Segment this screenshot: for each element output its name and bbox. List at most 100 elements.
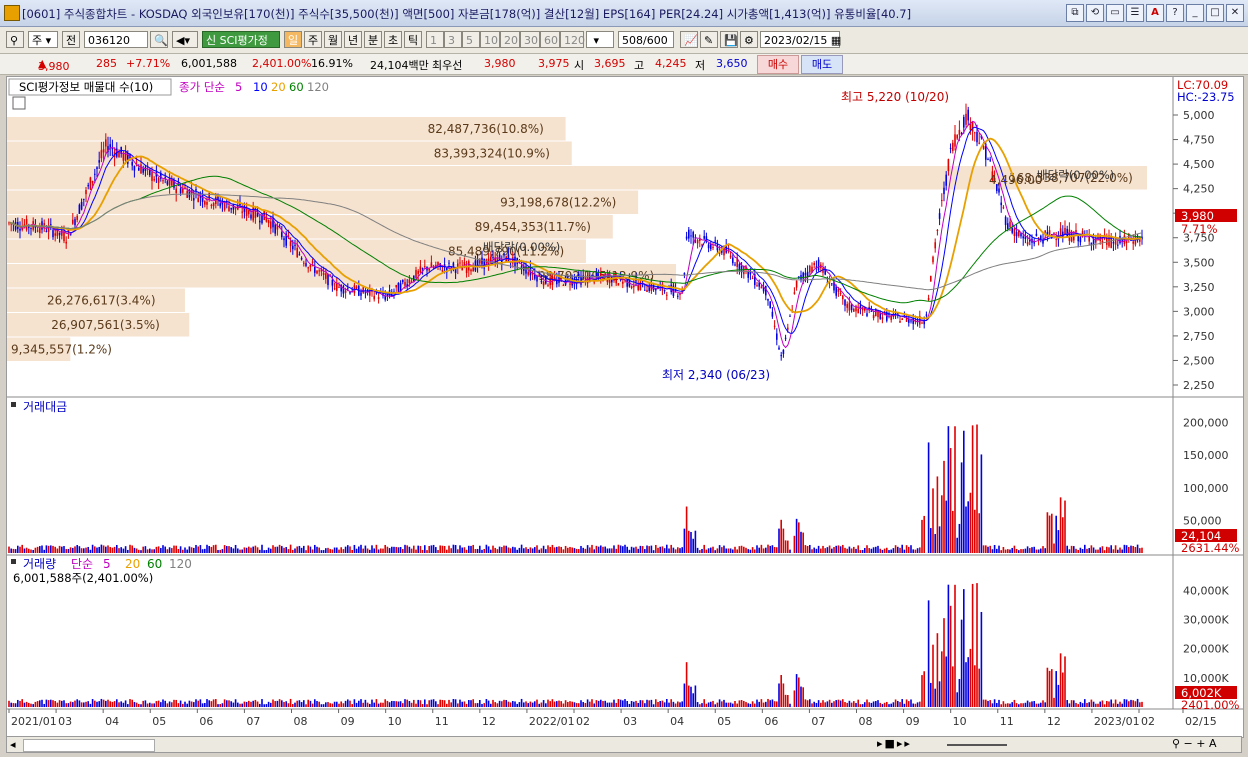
volume-panel-title: 거래량 <box>23 557 56 571</box>
scroll-left-icon[interactable]: ◂ <box>10 738 16 751</box>
amount-bar <box>1099 547 1101 553</box>
zoom-slider[interactable] <box>947 744 1007 746</box>
volume-bar <box>1004 703 1007 707</box>
volume-bar <box>144 700 147 707</box>
magnifier-icon[interactable]: 🔍 <box>150 31 168 48</box>
candle-body <box>982 145 985 150</box>
volume-bar <box>567 701 569 707</box>
volume-bar <box>705 703 708 707</box>
code-input[interactable]: 036120 <box>84 31 148 48</box>
interval-3[interactable]: 3 <box>444 31 462 48</box>
chart-scrollbar[interactable]: ◂ ▸■▸▸ ⚲ − + A <box>6 736 1242 753</box>
candle-body <box>39 228 41 234</box>
tab-week[interactable]: 주 <box>304 31 322 48</box>
candle-body <box>140 164 142 174</box>
custom-interval-select[interactable]: ▾ <box>586 31 614 48</box>
tab-second[interactable]: 초 <box>384 31 402 48</box>
volume-bar <box>292 704 294 707</box>
help-button[interactable]: ? <box>1166 4 1184 22</box>
window-icon[interactable]: ▭ <box>1106 4 1124 22</box>
playback-controls[interactable]: ▸■▸▸ <box>877 737 912 750</box>
amount-bar <box>813 547 815 553</box>
sell-button[interactable]: 매도 <box>801 55 843 74</box>
menu-icon[interactable]: ☰ <box>1126 4 1144 22</box>
amount-bar <box>349 546 351 553</box>
interval-20[interactable]: 20 <box>500 31 520 48</box>
amount-bar <box>501 547 503 553</box>
tab-day[interactable]: 일 <box>284 31 302 48</box>
count-field[interactable]: 508/600 <box>618 31 674 48</box>
amount-bar <box>600 545 602 553</box>
volume-bar <box>307 699 309 707</box>
interval-10[interactable]: 10 <box>480 31 500 48</box>
settings-icon[interactable]: ⚙ <box>740 31 758 48</box>
maximize-button[interactable]: □ <box>1206 4 1224 22</box>
sound-icon[interactable]: ◀▾ <box>172 31 198 48</box>
amount-bar <box>696 547 699 553</box>
x-tick-label: 04 <box>105 715 119 728</box>
volume-bar <box>109 701 111 707</box>
tab-minute[interactable]: 분 <box>364 31 382 48</box>
scroll-thumb[interactable] <box>23 739 155 752</box>
candle-body <box>402 279 404 283</box>
ma-label: 종가 단순 <box>179 80 225 94</box>
interval-5[interactable]: 5 <box>462 31 480 48</box>
tab-tick[interactable]: 틱 <box>404 31 422 48</box>
close-button[interactable]: ✕ <box>1226 4 1244 22</box>
amount-bar <box>278 544 281 553</box>
search-icon[interactable]: ⚲ <box>6 31 24 48</box>
x-tick-label: 02 <box>1141 715 1155 728</box>
volume-bar <box>439 699 441 707</box>
volume-bar <box>186 703 188 707</box>
amount-bar <box>430 545 433 553</box>
candle-body <box>182 188 184 193</box>
prev-button[interactable]: 전 <box>62 31 80 48</box>
save-icon[interactable]: 💾 <box>720 31 738 48</box>
link-icon[interactable]: ⧉ <box>1066 4 1084 22</box>
amount-bar <box>287 549 290 553</box>
volume-bar <box>221 703 224 707</box>
chart-type-icon[interactable]: 📈 <box>680 31 698 48</box>
interval-120[interactable]: 120 <box>560 31 585 48</box>
buy-button[interactable]: 매수 <box>757 55 799 74</box>
amount-bar <box>943 460 945 553</box>
amount-bar <box>575 548 578 553</box>
amount-bar <box>113 546 116 553</box>
amount-bar <box>8 546 10 553</box>
amount-bar <box>388 548 391 553</box>
amount-bar <box>41 545 43 553</box>
panel-marker-icon <box>11 559 16 564</box>
amount-bar <box>615 548 617 553</box>
volume-bar <box>228 700 230 707</box>
volume-bar <box>162 699 164 707</box>
zoom-icon[interactable]: ⚲ − + A <box>1172 737 1217 750</box>
interval-30[interactable]: 30 <box>520 31 540 48</box>
x-tick-label: 10 <box>388 715 402 728</box>
tab-year[interactable]: 년 <box>344 31 362 48</box>
volume-bar <box>1033 701 1035 707</box>
volume-bar <box>369 703 371 707</box>
volume-bar <box>857 699 859 707</box>
volume-bar <box>1075 702 1077 707</box>
tab-month[interactable]: 월 <box>324 31 342 48</box>
amount-bar <box>424 545 426 553</box>
chart-svg[interactable]: 82,487,736(10.8%)83,393,324(10.9%)168,33… <box>7 77 1243 737</box>
candle-body <box>1134 236 1137 245</box>
volume-bar <box>206 699 208 707</box>
amount-bar <box>1031 547 1033 553</box>
amount-bar <box>1004 549 1007 553</box>
font-icon[interactable]: A <box>1146 4 1164 22</box>
candle-body <box>776 333 778 340</box>
tool-icon[interactable]: ✎ <box>700 31 718 48</box>
minimize-button[interactable]: _ <box>1186 4 1204 22</box>
chart-area[interactable]: 82,487,736(10.8%) 83,393,324(10.9%) 168,33… <box>6 76 1244 738</box>
volume-bar <box>778 683 780 707</box>
x-tick-label: 07 <box>246 715 260 728</box>
interval-60[interactable]: 60 <box>540 31 560 48</box>
period-select[interactable]: 주 ▾ <box>28 31 58 48</box>
date-field[interactable]: 2023/02/15 ▦ <box>760 31 841 48</box>
interval-1[interactable]: 1 <box>426 31 444 48</box>
refresh-icon[interactable]: ⟲ <box>1086 4 1104 22</box>
volume-bar <box>503 699 505 707</box>
sci-button[interactable]: 신 SCI평가정 <box>202 31 280 48</box>
